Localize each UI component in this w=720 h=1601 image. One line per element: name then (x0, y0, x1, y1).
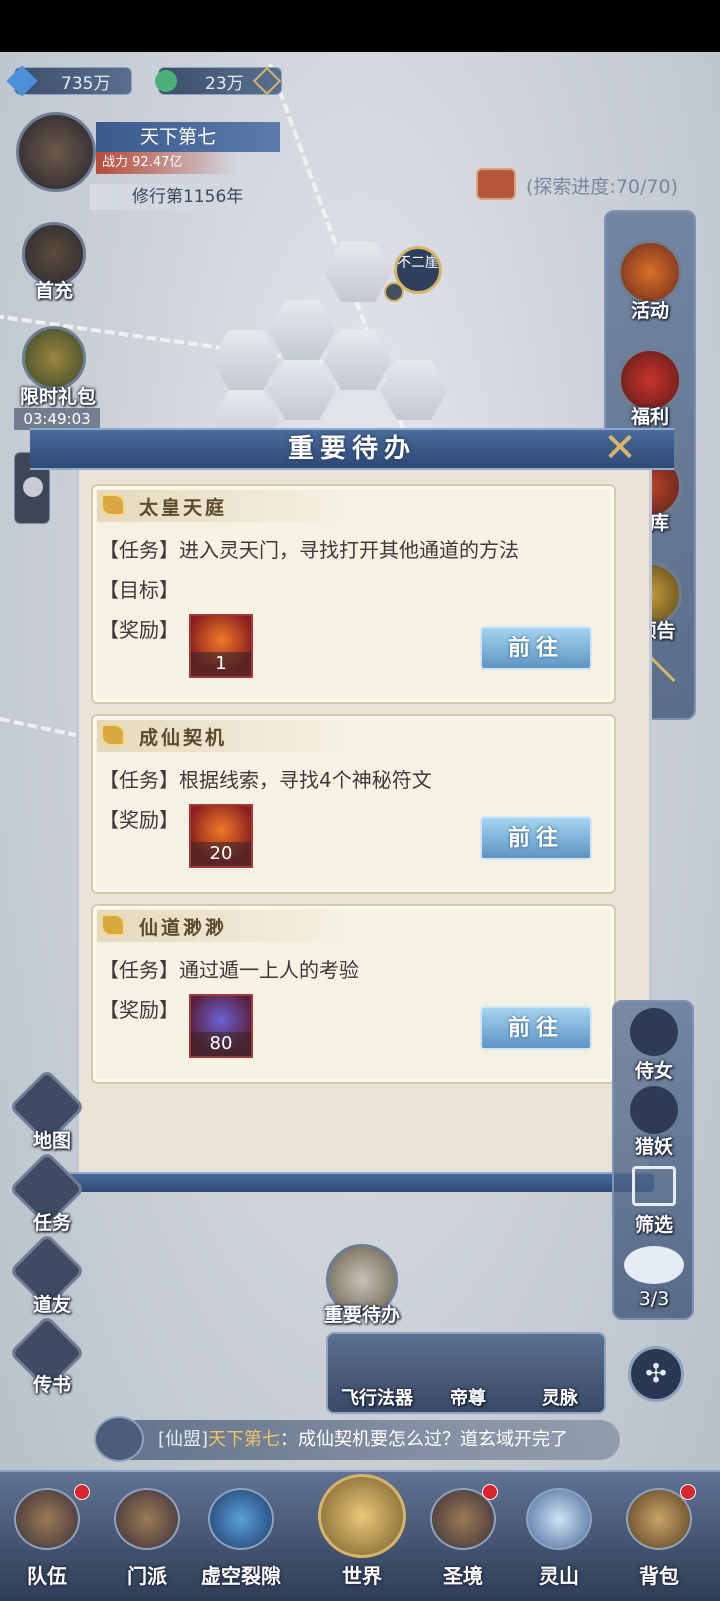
goto-button[interactable]: 前往 (480, 1006, 592, 1050)
task-line: 【任务】根据线索，寻找4个神秘符文 (99, 768, 432, 792)
reward-label: 【奖励】 (99, 618, 179, 642)
maid-icon[interactable] (630, 1008, 678, 1056)
check-icon (384, 282, 404, 302)
spirit-mountain-icon (526, 1488, 592, 1550)
notification-dot (680, 1484, 696, 1500)
activity-icon[interactable] (618, 240, 682, 304)
nav-void-rift[interactable]: 虚空裂隙 (196, 1476, 286, 1596)
void-rift-icon (208, 1488, 274, 1550)
goto-button[interactable]: 前往 (480, 816, 592, 860)
jade-counter[interactable]: 23万 (155, 66, 282, 96)
todo-card: 成仙契机 【任务】根据线索，寻找4个神秘符文 【奖励】 20 前往 (91, 714, 616, 894)
friend-label: 道友 (32, 1294, 71, 1316)
bowl-icon[interactable] (624, 1246, 684, 1284)
todo-card: 太皇天庭 【任务】进入灵天门，寻找打开其他通道的方法 【目标】 【奖励】 1 前… (91, 484, 616, 704)
reward-label: 【奖励】 (99, 808, 179, 832)
flag-icon (101, 914, 125, 936)
spirit-vein-label[interactable]: 灵脉 (524, 1384, 596, 1410)
limited-gift-icon[interactable] (22, 326, 86, 390)
flying-artifact-label[interactable]: 飞行法器 (330, 1384, 424, 1410)
sect-icon (114, 1488, 180, 1550)
chat-icon[interactable] (94, 1416, 144, 1462)
map-tile (268, 300, 336, 360)
nav-holy-realm[interactable]: 圣境 (418, 1476, 508, 1596)
reward-item[interactable]: 20 (189, 804, 253, 868)
letter-label: 传书 (32, 1374, 71, 1396)
notification-dot (74, 1484, 90, 1500)
first-charge-label: 首充 (34, 280, 73, 302)
world-icon (318, 1474, 406, 1558)
count-label: 3/3 (638, 1288, 670, 1310)
nav-spirit-mountain[interactable]: 灵山 (514, 1476, 604, 1596)
reward-item[interactable]: 1 (189, 614, 253, 678)
spirit-stone-counter[interactable]: 735万 (6, 65, 132, 97)
treasure-chest-icon[interactable] (476, 168, 516, 200)
reward-count: 80 (191, 1032, 251, 1056)
map-tile (324, 330, 392, 390)
task-line: 【任务】进入灵天门，寻找打开其他通道的方法 (99, 538, 519, 562)
map-tile (324, 242, 392, 302)
important-todo-label: 重要待办 (323, 1304, 400, 1326)
limited-gift-label: 限时礼包 (19, 386, 96, 408)
expand-toggle-icon[interactable]: ✣ (628, 1346, 684, 1402)
map-tile (212, 330, 280, 390)
jade-icon (155, 70, 177, 92)
player-avatar[interactable] (16, 112, 96, 192)
card-title: 仙道渺渺 (139, 917, 228, 939)
nav-backpack[interactable]: 背包 (614, 1476, 704, 1596)
reward-item[interactable]: 80 (189, 994, 253, 1058)
nav-team[interactable]: 队伍 (2, 1476, 92, 1596)
dialog-footer (50, 1172, 654, 1192)
add-icon[interactable] (252, 66, 282, 96)
activity-label: 活动 (630, 300, 669, 322)
player-name: 天下第七 (96, 122, 280, 152)
nav-sect[interactable]: 门派 (102, 1476, 192, 1596)
gift-countdown: 03:49:03 (14, 408, 100, 430)
status-bar (0, 0, 720, 52)
task-label: 任务 (32, 1212, 71, 1234)
nav-world[interactable]: 世界 (312, 1462, 412, 1588)
flag-icon (101, 724, 125, 746)
reward-label: 【奖励】 (99, 998, 179, 1022)
flag-icon (101, 494, 125, 516)
goto-button[interactable]: 前往 (480, 626, 592, 670)
task-line: 【任务】通过遁一上人的考验 (99, 958, 359, 982)
monster-hunt-label: 猎妖 (634, 1136, 673, 1158)
filter-label: 筛选 (634, 1214, 673, 1236)
chat-bar[interactable]: [仙盟]天下第七：成仙契机要怎么过？道玄域开完了 (110, 1420, 620, 1460)
map-label: 地图 (32, 1130, 71, 1152)
maid-label: 侍女 (634, 1060, 673, 1082)
dialog-title: 重要待办 (287, 434, 416, 464)
filter-icon[interactable] (632, 1166, 676, 1206)
map-tile (380, 360, 448, 420)
monster-hunt-icon[interactable] (630, 1086, 678, 1134)
todo-card: 仙道渺渺 【任务】通过遁一上人的考验 【奖励】 80 前往 (91, 904, 616, 1084)
close-icon[interactable]: ✕ (598, 428, 642, 470)
card-title: 成仙契机 (139, 727, 228, 749)
player-power: 战力 92.47亿 (96, 152, 236, 174)
team-icon (14, 1488, 80, 1550)
goal-line: 【目标】 (99, 578, 179, 602)
card-title: 太皇天庭 (139, 497, 228, 519)
cultivation-years: 修行第1156年 (90, 184, 280, 210)
map-tile (268, 360, 336, 420)
explore-progress: (探索进度:70/70) (526, 176, 678, 198)
reward-count: 1 (191, 652, 251, 676)
notification-dot (482, 1484, 498, 1500)
reward-count: 20 (191, 842, 251, 866)
emperor-label[interactable]: 帝尊 (432, 1384, 504, 1410)
